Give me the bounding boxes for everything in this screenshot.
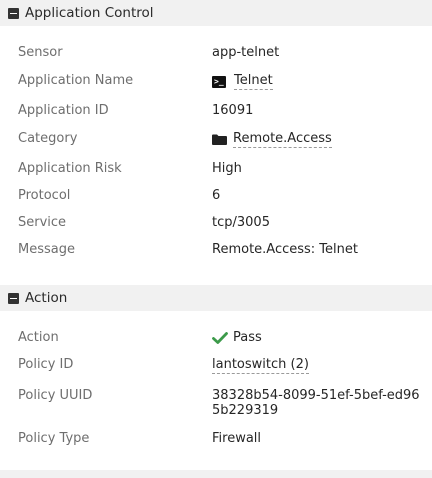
category-link[interactable]: Remote.Access	[233, 131, 332, 148]
detail-label: Policy UUID	[18, 388, 93, 403]
section-header-action[interactable]: Action	[0, 285, 432, 311]
detail-value: app-telnet	[212, 45, 280, 60]
detail-label: Protocol	[18, 188, 71, 203]
policy-id-link[interactable]: lantoswitch (2)	[212, 357, 309, 374]
folder-icon	[212, 134, 227, 145]
details-panel: Application Control Sensor app-telnet Ap…	[0, 0, 432, 478]
section-title: Action	[25, 290, 68, 306]
detail-label: Policy Type	[18, 431, 90, 446]
detail-value: Remote.Access: Telnet	[212, 242, 358, 257]
detail-value: 6	[212, 188, 221, 203]
section-title: Application Control	[25, 5, 154, 21]
detail-label: Policy ID	[18, 357, 74, 372]
application-name-link[interactable]: Telnet	[234, 73, 273, 90]
detail-value: High	[212, 161, 242, 176]
detail-value: 16091	[212, 103, 254, 118]
detail-value-wrapper: Remote.Access	[212, 131, 332, 148]
detail-label: Message	[18, 242, 75, 257]
detail-label: Application Name	[18, 73, 134, 88]
detail-label: Action	[18, 330, 59, 345]
terminal-icon: >_	[212, 75, 226, 88]
detail-label: Category	[18, 131, 78, 146]
detail-label: Service	[18, 215, 67, 230]
detail-value: tcp/3005	[212, 215, 270, 230]
collapse-icon[interactable]	[8, 292, 19, 304]
next-section-header-edge	[0, 470, 432, 478]
detail-label: Application ID	[18, 103, 109, 118]
detail-label: Sensor	[18, 45, 63, 60]
detail-value-wrapper: lantoswitch (2)	[212, 357, 309, 374]
action-value: Pass	[233, 330, 262, 345]
section-header-application-control[interactable]: Application Control	[0, 0, 432, 26]
detail-label: Application Risk	[18, 161, 122, 176]
detail-value: Firewall	[212, 431, 262, 446]
detail-value-wrapper: Pass	[212, 330, 262, 346]
check-icon	[212, 331, 228, 345]
detail-value-wrapper: >_ Telnet	[212, 73, 273, 90]
collapse-icon[interactable]	[8, 7, 19, 19]
detail-value: 38328b54-8099-51ef-5bef-ed965b229319	[212, 388, 420, 418]
